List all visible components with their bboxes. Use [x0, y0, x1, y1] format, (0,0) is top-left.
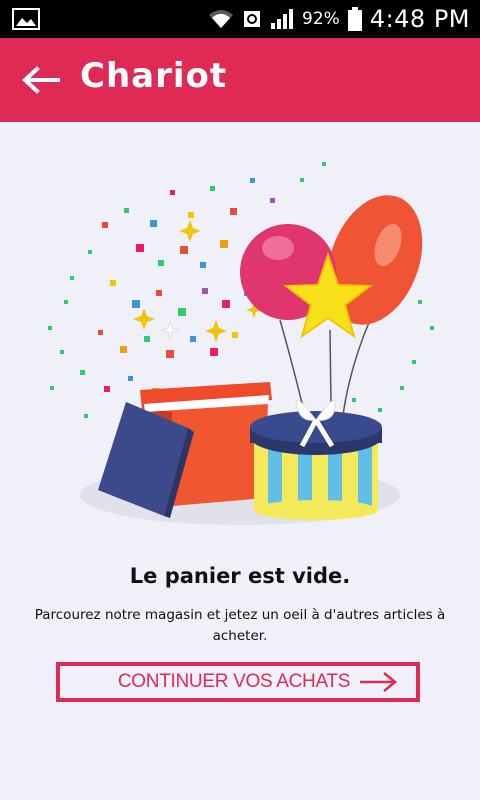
battery-percent: 92% — [302, 9, 340, 29]
continue-shopping-label: CONTINUER VOS ACHATS — [117, 671, 351, 692]
status-right: 92% 4:48 PM — [208, 0, 470, 38]
empty-cart-illustration — [48, 162, 434, 525]
continue-shopping-button[interactable]: CONTINUER VOS ACHATS — [56, 662, 420, 702]
gallery-icon — [12, 8, 40, 30]
battery-icon — [347, 7, 362, 31]
status-bar: 92% 4:48 PM — [0, 0, 480, 38]
page-title: Chariot — [80, 56, 228, 96]
empty-cart-title: Le panier est vide. — [129, 564, 351, 588]
round-gift-box — [250, 399, 382, 520]
wifi-icon — [209, 10, 233, 28]
arrow-right-icon — [360, 672, 398, 692]
signal-icon — [271, 9, 293, 29]
app-bar: Chariot — [0, 38, 480, 122]
arrow-left-icon — [22, 66, 60, 94]
back-button[interactable] — [18, 58, 64, 102]
vpn-globe-icon — [244, 11, 260, 27]
clock: 4:48 PM — [369, 5, 470, 33]
empty-cart-subtitle: Parcourez notre magasin et jetez un oeil… — [34, 607, 446, 644]
